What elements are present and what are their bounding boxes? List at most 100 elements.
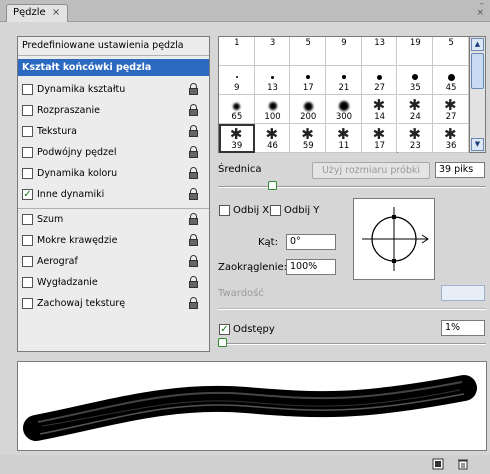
- brush-size-label: 9: [234, 83, 240, 93]
- brush-preset-cell[interactable]: 24 ✱: [397, 95, 434, 124]
- flip-x-checkbox[interactable]: [219, 205, 230, 216]
- spacing-label: Odstępy: [233, 324, 275, 335]
- settings-item-checkbox[interactable]: [22, 105, 33, 116]
- brush-preset-cell[interactable]: 39 ✱: [219, 124, 255, 153]
- brush-preset-cell[interactable]: 9: [219, 66, 255, 95]
- settings-item-checkbox[interactable]: [22, 168, 33, 179]
- brush-tip-icon: ✱: [372, 96, 386, 114]
- brush-size-label: 21: [338, 83, 350, 93]
- brush-tip-icon: [412, 74, 419, 80]
- brush-preset-cell[interactable]: 23 ✱: [397, 124, 434, 153]
- settings-item-checkbox[interactable]: [22, 84, 33, 95]
- settings-item-checkbox[interactable]: [22, 298, 33, 309]
- lock-icon[interactable]: [189, 276, 199, 288]
- brush-preset-cell[interactable]: 11 ✱: [326, 124, 362, 153]
- brush-preset-cell[interactable]: 13: [254, 66, 291, 95]
- settings-item-checkbox[interactable]: [22, 235, 33, 246]
- settings-item-checkbox[interactable]: ✓: [22, 189, 33, 200]
- settings-item-checkbox[interactable]: [22, 126, 33, 137]
- scroll-up-icon[interactable]: ▲: [471, 38, 484, 51]
- lock-icon[interactable]: [189, 188, 199, 200]
- lock-icon[interactable]: [189, 213, 199, 225]
- diameter-input[interactable]: 39 piks: [435, 162, 485, 178]
- brush-preset-cell[interactable]: 17 ✱: [361, 124, 398, 153]
- settings-item-checkbox[interactable]: [22, 214, 33, 225]
- diameter-slider-track[interactable]: [218, 186, 486, 188]
- settings-item[interactable]: Szum: [18, 211, 209, 229]
- brush-preset-cell[interactable]: 3: [254, 37, 291, 66]
- spacing-slider-track[interactable]: [218, 343, 486, 345]
- brush-preset-cell[interactable]: 19: [397, 37, 434, 66]
- preset-brushes-header[interactable]: Predefiniowane ustawienia pędzla: [18, 37, 209, 54]
- settings-item[interactable]: ✓ Inne dynamiki: [18, 186, 209, 204]
- settings-item-checkbox[interactable]: [22, 277, 33, 288]
- diameter-slider-thumb[interactable]: [267, 181, 277, 190]
- lock-icon[interactable]: [189, 146, 199, 158]
- settings-item[interactable]: Dynamika koloru: [18, 165, 209, 183]
- flip-y-checkbox[interactable]: [270, 205, 281, 216]
- angle-input[interactable]: 0°: [286, 234, 336, 250]
- brush-size-label: 5: [305, 38, 311, 48]
- spacing-input[interactable]: 1%: [441, 320, 485, 336]
- settings-item-checkbox[interactable]: [22, 256, 33, 267]
- settings-item[interactable]: Zachowaj teksturę: [18, 295, 209, 313]
- brush-preset-cell[interactable]: 59 ✱: [290, 124, 327, 153]
- brush-preset-cell[interactable]: 200: [290, 95, 327, 124]
- brush-preset-cell[interactable]: 9: [326, 37, 362, 66]
- brush-size-label: 5: [448, 38, 454, 48]
- settings-item[interactable]: Mokre krawędzie: [18, 232, 209, 250]
- spacing-slider-thumb[interactable]: [218, 338, 227, 347]
- angle-roundness-preview[interactable]: [353, 198, 435, 280]
- brush-preset-cell[interactable]: 300: [326, 95, 362, 124]
- grid-scrollbar[interactable]: ▲ ▼: [470, 36, 486, 153]
- brush-preset-cell[interactable]: 46 ✱: [254, 124, 291, 153]
- trash-icon[interactable]: [457, 458, 469, 470]
- scroll-down-icon[interactable]: ▼: [471, 138, 484, 151]
- use-sample-size-button[interactable]: Użyj rozmiaru próbki: [312, 162, 430, 179]
- settings-item[interactable]: Podwójny pędzel: [18, 144, 209, 162]
- lock-icon[interactable]: [189, 125, 199, 137]
- settings-item[interactable]: Dynamika kształtu: [18, 81, 209, 99]
- brush-size-label: 9: [341, 38, 347, 48]
- brush-preset-cell[interactable]: 36 ✱: [433, 124, 469, 153]
- brush-preset-cell[interactable]: 35: [397, 66, 434, 95]
- window-controls[interactable]: – ×: [472, 0, 484, 20]
- tab-close-icon[interactable]: ×: [52, 7, 60, 18]
- settings-item[interactable]: Aerograf: [18, 253, 209, 271]
- brush-size-label: 45: [445, 83, 457, 93]
- brush-preset-cell[interactable]: 1: [219, 37, 255, 66]
- brush-preset-cell[interactable]: 21: [326, 66, 362, 95]
- scroll-thumb[interactable]: [471, 53, 484, 89]
- settings-item[interactable]: Wygładzanie: [18, 274, 209, 292]
- new-preset-icon[interactable]: [432, 458, 444, 470]
- brush-preset-cell[interactable]: 14 ✱: [361, 95, 398, 124]
- settings-item-checkbox[interactable]: [22, 147, 33, 158]
- lock-icon[interactable]: [189, 297, 199, 309]
- brush-preset-cell[interactable]: 65: [219, 95, 255, 124]
- lock-icon[interactable]: [189, 167, 199, 179]
- brush-preset-cell[interactable]: 13: [361, 37, 398, 66]
- settings-item[interactable]: Rozpraszanie: [18, 102, 209, 120]
- lock-icon[interactable]: [189, 83, 199, 95]
- close-icon[interactable]: ×: [472, 9, 484, 18]
- settings-item[interactable]: Tekstura: [18, 123, 209, 141]
- lock-icon[interactable]: [189, 234, 199, 246]
- brush-preset-cell[interactable]: 45: [433, 66, 469, 95]
- brush-tip-shape-header[interactable]: Kształt końcówki pędzla: [18, 59, 209, 76]
- lock-icon[interactable]: [189, 104, 199, 116]
- brush-preset-cell[interactable]: 100: [254, 95, 291, 124]
- spacing-checkbox[interactable]: ✓: [219, 324, 230, 335]
- brush-size-label: 13: [374, 38, 386, 48]
- lock-icon[interactable]: [189, 255, 199, 267]
- roundness-input[interactable]: 100%: [286, 259, 336, 275]
- tab-brushes[interactable]: Pędzle ×: [6, 4, 68, 23]
- brush-stroke-preview: [17, 361, 487, 451]
- settings-item-label: Aerograf: [37, 256, 78, 267]
- settings-item-label: Tekstura: [37, 126, 77, 137]
- brush-preset-cell[interactable]: 27 ✱: [433, 95, 469, 124]
- brush-size-label: 1: [234, 38, 240, 48]
- brush-preset-cell[interactable]: 5: [433, 37, 469, 66]
- brush-preset-cell[interactable]: 5: [290, 37, 327, 66]
- brush-preset-cell[interactable]: 27: [361, 66, 398, 95]
- brush-preset-cell[interactable]: 17: [290, 66, 327, 95]
